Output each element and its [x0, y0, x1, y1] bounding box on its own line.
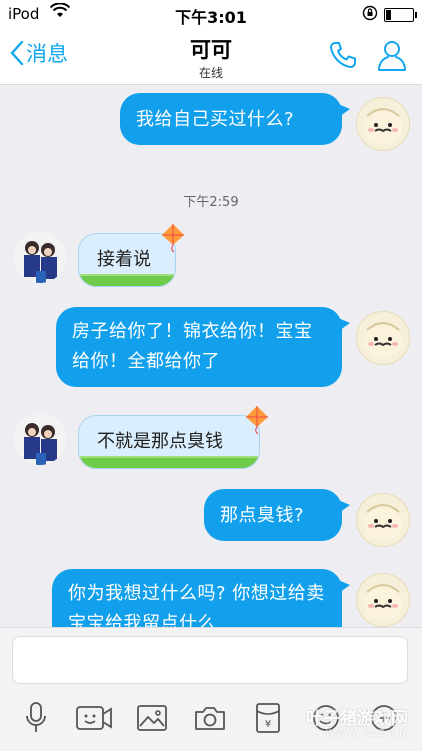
message-input[interactable] — [12, 636, 408, 684]
message-row: 房子给你了！锦衣给你！宝宝给你！全都给你了 — [0, 307, 422, 391]
video-icon[interactable] — [74, 698, 114, 738]
camera-icon[interactable] — [190, 698, 230, 738]
message-row: 那点臭钱? — [0, 489, 422, 551]
message-text: 不就是那点臭钱 — [97, 431, 223, 452]
message-timestamp: 下午2:59 — [183, 195, 239, 210]
red-packet-icon[interactable]: ¥ — [248, 698, 288, 738]
my-avatar[interactable] — [356, 97, 410, 151]
status-bar: iPod 下午3:01 — [0, 0, 422, 28]
chat-header: 消息 可可 在线 — [0, 28, 422, 85]
contact-avatar[interactable] — [14, 413, 66, 465]
my-avatar[interactable] — [356, 573, 410, 627]
message-text: 那点臭钱? — [220, 505, 305, 526]
watermark-sub: WWW.YZZ.CN — [325, 729, 408, 739]
message-bubble-sent[interactable]: 那点臭钱? — [204, 489, 350, 541]
message-bubble-sent[interactable]: 我给自己买过什么? — [120, 93, 350, 145]
phone-icon — [330, 42, 356, 68]
contact-profile-button[interactable] — [376, 38, 408, 76]
contact-avatar[interactable] — [14, 231, 66, 283]
battery-icon — [384, 8, 417, 22]
message-text: 接着说 — [97, 249, 151, 270]
message-text: 你为我想过什么吗? 你想过给卖宝宝给我留点什么 — [68, 583, 325, 627]
svg-text:¥: ¥ — [265, 719, 271, 730]
kite-decoration-icon — [244, 405, 270, 439]
rotation-lock-icon — [362, 5, 378, 25]
message-bubble-sent[interactable]: 房子给你了！锦衣给你！宝宝给你！全都给你了 — [56, 307, 350, 387]
site-watermark: 叶子猪游戏网 WWW.YZZ.CN — [306, 704, 408, 739]
image-icon[interactable] — [132, 698, 172, 738]
kite-decoration-icon — [160, 223, 186, 257]
person-icon — [378, 41, 406, 71]
message-list[interactable]: 我给自己买过什么? 下午2:59 接着说 房子给你了！锦衣给你！宝宝给你！全都给… — [0, 85, 422, 627]
my-avatar[interactable] — [356, 493, 410, 547]
message-text: 我给自己买过什么? — [136, 109, 295, 130]
mic-icon[interactable] — [16, 698, 56, 738]
message-row: 你为我想过什么吗? 你想过给卖宝宝给我留点什么 — [0, 569, 422, 627]
message-row: 不就是那点臭钱 — [0, 406, 422, 471]
composer: ¥ 叶子猪游戏网 WWW.YZZ.CN — [0, 627, 422, 751]
contact-name: 可可 — [190, 38, 232, 62]
message-bubble-sent[interactable]: 你为我想过什么吗? 你想过给卖宝宝给我留点什么 — [52, 569, 350, 627]
message-bubble-received[interactable]: 不就是那点臭钱 — [78, 415, 260, 469]
my-avatar[interactable] — [356, 311, 410, 365]
message-row: 我给自己买过什么? — [0, 93, 422, 155]
watermark-main: 叶子猪游戏网 — [306, 709, 408, 729]
message-text: 房子给你了！锦衣给你！宝宝给你！全都给你了 — [72, 321, 313, 372]
status-time: 下午3:01 — [175, 8, 247, 27]
message-row: 接着说 — [0, 224, 422, 289]
contact-status: 在线 — [198, 66, 223, 80]
phone-call-button[interactable] — [328, 40, 358, 74]
